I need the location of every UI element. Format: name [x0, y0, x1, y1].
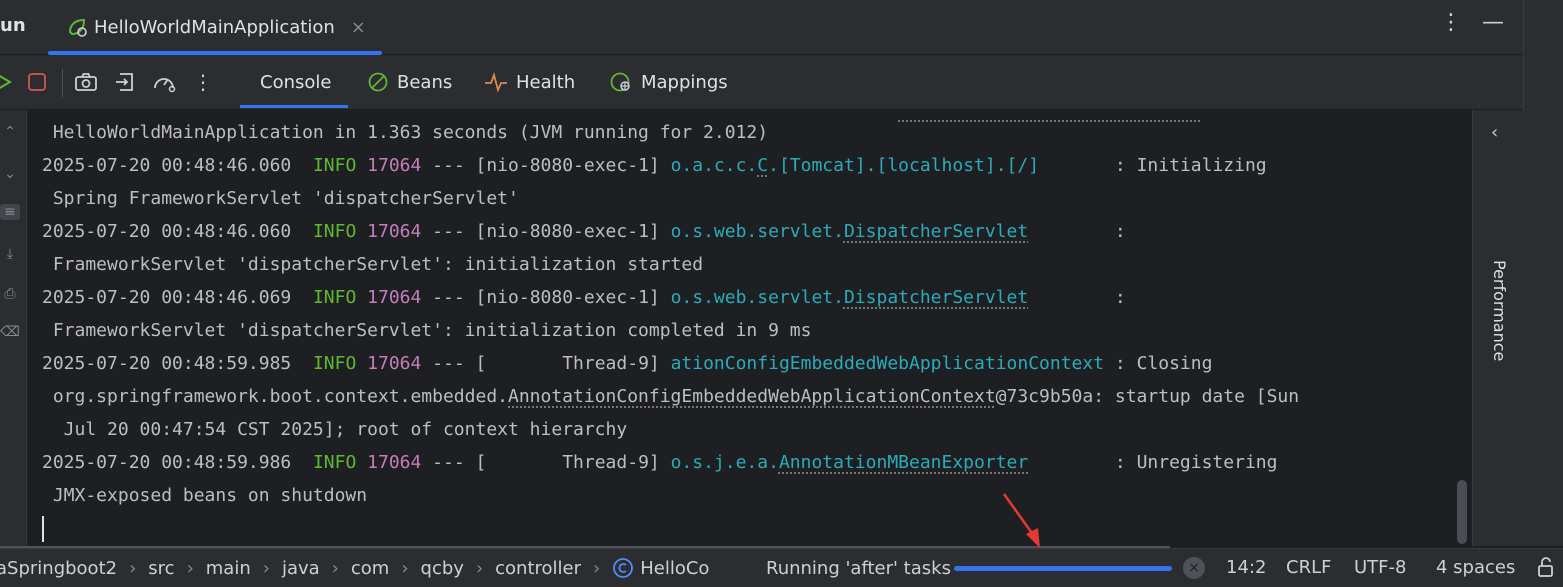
- rerun-icon[interactable]: [0, 69, 16, 95]
- more-icon[interactable]: ⋮: [190, 69, 216, 95]
- task-progress-bar: [954, 566, 1172, 571]
- log-line: 2025-07-20 00:48:46.060 INFO 17064 --- […: [42, 221, 1126, 242]
- breadcrumb-item[interactable]: java: [282, 558, 320, 579]
- tab-console-label: Console: [260, 72, 331, 93]
- log-line: 2025-07-20 00:48:46.069 INFO 17064 --- […: [42, 287, 1126, 308]
- clear-icon[interactable]: ⌫: [0, 324, 20, 340]
- beans-icon: [367, 71, 389, 93]
- right-tool-strip: [1523, 0, 1563, 546]
- tab-mappings-label: Mappings: [641, 72, 728, 93]
- log-line: 2025-07-20 00:48:59.986 INFO 17064 --- […: [42, 452, 1277, 473]
- tool-window-header: un HelloWorldMainApplication × ⋮ —: [0, 0, 1523, 54]
- log-line: HelloWorldMainApplication in 1.363 secon…: [42, 122, 768, 143]
- toolbar-divider: [62, 69, 63, 97]
- scroll-down-icon[interactable]: ⌄: [0, 166, 20, 182]
- scroll-to-end-icon[interactable]: ⤓: [0, 246, 20, 262]
- log-line: FrameworkServlet 'dispatcherServlet': in…: [42, 254, 703, 275]
- log-line: 2025-07-20 00:48:59.985 INFO 17064 --- […: [42, 353, 1212, 374]
- breadcrumb-item[interactable]: aSpringboot2: [0, 558, 117, 579]
- breadcrumb-separator: ›: [476, 558, 483, 579]
- class-icon: [612, 557, 634, 579]
- breadcrumb-separator: ›: [593, 558, 600, 579]
- tab-beans-label: Beans: [397, 72, 452, 93]
- stop-icon[interactable]: [24, 69, 50, 95]
- soft-wrap-icon[interactable]: ≡: [0, 204, 20, 220]
- breadcrumb-separator: ›: [187, 558, 194, 579]
- breadcrumb-item[interactable]: controller: [495, 558, 581, 579]
- lock-icon[interactable]: [1536, 556, 1558, 578]
- close-icon[interactable]: ×: [351, 17, 366, 38]
- log-line: Jul 20 00:47:54 CST 2025]; root of conte…: [42, 419, 627, 440]
- annotation-arrow-icon: [1000, 492, 1050, 552]
- spring-boot-icon: [66, 16, 88, 38]
- active-console-tab-indicator: [240, 105, 348, 108]
- run-configuration-tab[interactable]: HelloWorldMainApplication ×: [52, 0, 382, 54]
- log-line-partial: [42, 110, 1202, 121]
- text-cursor: [42, 516, 44, 542]
- log-line: org.springframework.boot.context.embedde…: [42, 386, 1299, 407]
- performance-panel[interactable]: ‹ Performance: [1472, 110, 1524, 546]
- line-ending[interactable]: CRLF: [1286, 557, 1331, 578]
- background-task-label[interactable]: Running 'after' tasks: [766, 558, 951, 579]
- tab-title: HelloWorldMainApplication: [94, 17, 335, 38]
- cancel-task-icon[interactable]: ×: [1183, 557, 1205, 579]
- caret-position[interactable]: 14:2: [1226, 557, 1266, 578]
- breadcrumb-separator: ›: [401, 558, 408, 579]
- log-line: JMX-exposed beans on shutdown: [42, 485, 367, 506]
- scroll-up-icon[interactable]: ⌃: [0, 124, 20, 140]
- tab-mappings[interactable]: Mappings: [609, 55, 728, 109]
- breadcrumb-item[interactable]: main: [206, 558, 251, 579]
- more-options-icon[interactable]: ⋮: [1440, 10, 1462, 35]
- breadcrumb-item[interactable]: src: [148, 558, 174, 579]
- console-toolbar: ⋮ Console Beans Health Mappings: [0, 55, 1523, 109]
- health-icon: [484, 71, 508, 93]
- breadcrumb-item[interactable]: HelloCo: [640, 558, 709, 579]
- gauge-icon[interactable]: [151, 69, 177, 95]
- tab-console[interactable]: Console: [260, 55, 331, 109]
- breadcrumb-separator: ›: [129, 558, 136, 579]
- breadcrumb-separator: ›: [332, 558, 339, 579]
- mappings-icon: [609, 71, 633, 93]
- breadcrumb: aSpringboot2 › src › main › java › com › qcby…: [0, 557, 709, 579]
- tab-health-label: Health: [516, 72, 575, 93]
- collapse-chevron-icon[interactable]: ‹: [1491, 122, 1498, 143]
- log-line: FrameworkServlet 'dispatcherServlet': in…: [42, 320, 811, 341]
- tab-health[interactable]: Health: [484, 55, 575, 109]
- breadcrumb-item[interactable]: qcby: [421, 558, 464, 579]
- breadcrumb-item[interactable]: com: [351, 558, 389, 579]
- indent-setting[interactable]: 4 spaces: [1436, 557, 1515, 578]
- camera-icon[interactable]: [73, 69, 99, 95]
- console-left-toolbar: ⌃ ⌄ ≡ ⤓ ⎙ ⌫: [0, 110, 27, 546]
- log-line: Spring FrameworkServlet 'dispatcherServl…: [42, 188, 519, 209]
- vertical-scrollbar[interactable]: [1457, 480, 1467, 544]
- performance-label: Performance: [1490, 260, 1509, 361]
- run-tool-label[interactable]: un: [0, 15, 26, 36]
- file-encoding[interactable]: UTF-8: [1354, 557, 1406, 578]
- console-output[interactable]: HelloWorldMainApplication in 1.363 secon…: [27, 110, 1471, 546]
- tab-beans[interactable]: Beans: [367, 55, 452, 109]
- exit-icon[interactable]: [112, 69, 138, 95]
- log-line: 2025-07-20 00:48:46.060 INFO 17064 --- […: [42, 155, 1267, 176]
- print-icon[interactable]: ⎙: [0, 286, 20, 302]
- breadcrumb-separator: ›: [263, 558, 270, 579]
- minimize-icon[interactable]: —: [1482, 10, 1504, 35]
